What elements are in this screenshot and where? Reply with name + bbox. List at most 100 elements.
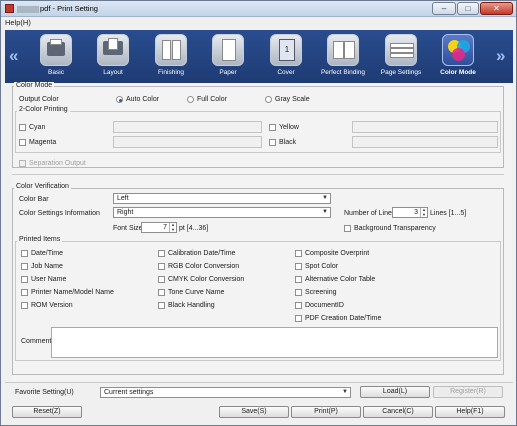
tab-basic[interactable]: Basic <box>29 33 83 81</box>
magenta-label: Magenta <box>29 139 57 146</box>
color-settings-info-label: Color Settings Information <box>19 210 100 217</box>
maximize-button[interactable]: □ <box>457 2 479 15</box>
separation-output-label: Separation Output <box>29 160 86 167</box>
spot-color-checkbox[interactable] <box>295 263 302 270</box>
minimize-button[interactable]: – <box>432 2 456 15</box>
save-button[interactable]: Save(S) <box>219 406 289 418</box>
calibration-date-checkbox[interactable] <box>158 250 165 257</box>
app-icon <box>5 4 14 13</box>
paper-icon <box>212 34 244 66</box>
color-bar-select[interactable]: Left ▼ <box>113 193 331 204</box>
black-handling-checkbox[interactable] <box>158 302 165 309</box>
gray-scale-radio[interactable] <box>265 96 272 103</box>
help-button[interactable]: Help(F1) <box>435 406 505 418</box>
tab-color-mode[interactable]: Color Mode <box>431 33 485 81</box>
document-id-checkbox[interactable] <box>295 302 302 309</box>
spinner-arrows-icon[interactable]: ▲ ▼ <box>169 222 176 232</box>
spot-color-label: Spot Color <box>305 263 339 270</box>
number-of-lines-spinner[interactable]: 3 ▲ ▼ <box>392 207 428 218</box>
job-name-label: Job Name <box>31 263 63 270</box>
yellow-field[interactable] <box>352 121 498 133</box>
footer-divider <box>5 382 513 383</box>
load-button[interactable]: Load(L) <box>360 386 430 398</box>
tab-perfect-binding-label: Perfect Binding <box>320 69 366 76</box>
comment-textarea[interactable] <box>51 327 498 358</box>
finishing-icon <box>155 34 187 66</box>
composite-overprint-label: Composite Overprint <box>305 250 370 257</box>
favorite-setting-select[interactable]: Current settings ▼ <box>100 387 351 398</box>
magenta-field[interactable] <box>113 136 262 148</box>
font-size-label: Font Size <box>113 225 143 232</box>
background-transparency-checkbox[interactable] <box>344 225 351 232</box>
tab-cover[interactable]: 1 Cover <box>259 33 313 81</box>
menu-bar: Help(H) <box>1 17 516 29</box>
tab-page-settings[interactable]: Page Settings <box>374 33 428 81</box>
tab-basic-label: Basic <box>48 69 64 76</box>
close-button[interactable]: ✕ <box>480 2 513 15</box>
alt-color-table-checkbox[interactable] <box>295 276 302 283</box>
spinner-arrows-icon[interactable]: ▲ ▼ <box>420 207 427 217</box>
tab-finishing-label: Finishing <box>157 69 184 76</box>
color-bar-value: Left <box>117 195 129 202</box>
pdf-creation-date-checkbox[interactable] <box>295 315 302 322</box>
job-name-checkbox[interactable] <box>21 263 28 270</box>
tab-paper[interactable]: Paper <box>201 33 255 81</box>
magenta-checkbox[interactable] <box>19 139 26 146</box>
printer-name-checkbox[interactable] <box>21 289 28 296</box>
auto-color-radio[interactable] <box>116 96 123 103</box>
font-size-spinner[interactable]: 7 ▲ ▼ <box>141 222 177 233</box>
user-name-checkbox[interactable] <box>21 276 28 283</box>
dropdown-arrow-icon: ▼ <box>342 389 348 395</box>
black-handling-label: Black Handling <box>168 302 215 309</box>
dropdown-arrow-icon: ▼ <box>322 209 328 215</box>
cyan-checkbox[interactable] <box>19 124 26 131</box>
dropdown-arrow-icon: ▼ <box>322 195 328 201</box>
scroll-left-arrow[interactable]: « <box>9 46 18 66</box>
auto-color-label: Auto Color <box>126 96 160 103</box>
tab-layout[interactable]: Layout <box>86 33 140 81</box>
print-button[interactable]: Print(P) <box>291 406 361 418</box>
register-button[interactable]: Register(R) <box>433 386 503 398</box>
scroll-right-arrow[interactable]: » <box>496 46 505 66</box>
black-checkbox[interactable] <box>269 139 276 146</box>
menu-help[interactable]: Help(H) <box>5 18 31 27</box>
color-mode-icon <box>442 34 474 66</box>
color-bar-label: Color Bar <box>19 196 49 203</box>
rom-version-label: ROM Version <box>31 302 73 309</box>
gray-scale-label: Gray Scale <box>275 96 310 103</box>
tab-page-settings-label: Page Settings <box>380 69 422 76</box>
full-color-label: Full Color <box>197 96 227 103</box>
color-settings-info-select[interactable]: Right ▼ <box>113 207 331 218</box>
date-time-label: Date/Time <box>31 250 64 257</box>
printed-items-group-title: Printed Items <box>17 236 63 243</box>
rom-version-checkbox[interactable] <box>21 302 28 309</box>
calibration-date-label: Calibration Date/Time <box>168 250 236 257</box>
date-time-checkbox[interactable] <box>21 250 28 257</box>
comment-label: Comment <box>21 338 52 345</box>
cancel-button[interactable]: Cancel(C) <box>363 406 433 418</box>
tab-perfect-binding[interactable]: Perfect Binding <box>316 33 370 81</box>
black-field[interactable] <box>352 136 498 148</box>
page-settings-icon <box>385 34 417 66</box>
layout-icon <box>97 34 129 66</box>
color-verification-group-title: Color Verification <box>14 183 71 190</box>
tab-finishing[interactable]: Finishing <box>144 33 198 81</box>
rgb-conversion-checkbox[interactable] <box>158 263 165 270</box>
two-color-group-title: 2-Color Printing <box>17 106 70 113</box>
separation-output-checkbox[interactable] <box>19 160 26 167</box>
tab-cover-label: Cover <box>277 69 295 76</box>
cyan-field[interactable] <box>113 121 262 133</box>
document-id-label: DocumentID <box>305 302 344 309</box>
tab-paper-label: Paper <box>219 69 237 76</box>
window-title-text: pdf - Print Setting <box>40 4 98 13</box>
tone-curve-checkbox[interactable] <box>158 289 165 296</box>
full-color-radio[interactable] <box>187 96 194 103</box>
composite-overprint-checkbox[interactable] <box>295 250 302 257</box>
cmyk-conversion-checkbox[interactable] <box>158 276 165 283</box>
background-transparency-label: Background Transparency <box>354 225 436 232</box>
tab-layout-label: Layout <box>103 69 123 76</box>
yellow-checkbox[interactable] <box>269 124 276 131</box>
font-size-value: 7 <box>163 224 167 231</box>
reset-button[interactable]: Reset(Z) <box>12 406 82 418</box>
screening-checkbox[interactable] <box>295 289 302 296</box>
